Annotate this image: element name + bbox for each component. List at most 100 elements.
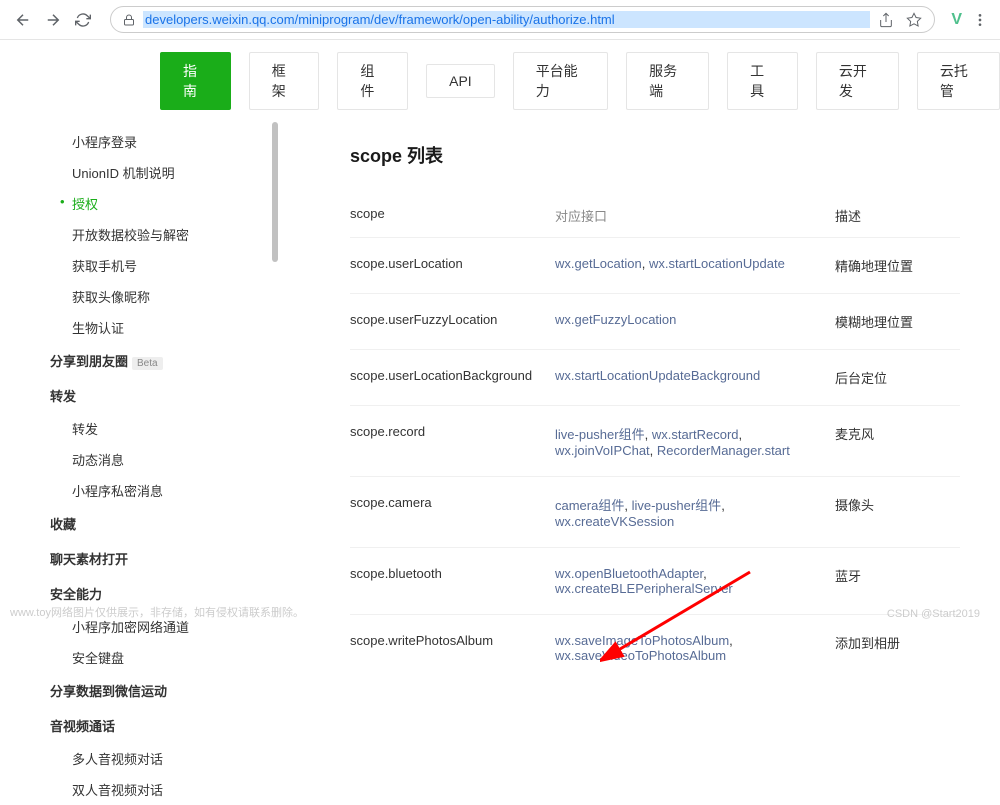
api-link[interactable]: wx.startRecord (652, 427, 739, 442)
table-row: scope.bluetoothwx.openBluetoothAdapter, … (350, 547, 960, 614)
sidebar-item[interactable]: 小程序登录 (50, 126, 280, 157)
sidebar-item[interactable]: 转发 (50, 413, 280, 444)
table-row: scope.userFuzzyLocationwx.getFuzzyLocati… (350, 293, 960, 349)
separator: , (721, 498, 725, 513)
cell-scope: scope.writePhotosAlbum (350, 633, 555, 663)
share-icon[interactable] (878, 12, 894, 28)
header-api: 对应接口 (555, 206, 835, 225)
sidebar-item[interactable]: 获取手机号 (50, 250, 280, 281)
cell-scope: scope.record (350, 424, 555, 458)
cell-api: wx.startLocationUpdateBackground (555, 368, 835, 387)
cell-desc: 蓝牙 (835, 566, 960, 596)
sidebar-item[interactable]: UnionID 机制说明 (50, 157, 280, 188)
lock-icon (123, 14, 135, 26)
tab-组件[interactable]: 组件 (337, 52, 408, 110)
sidebar-group[interactable]: 聊天素材打开 (50, 541, 280, 576)
api-link[interactable]: live-pusher组件 (632, 498, 722, 513)
api-link[interactable]: wx.startLocationUpdateBackground (555, 368, 760, 383)
table-row: scope.writePhotosAlbumwx.saveImageToPhot… (350, 614, 960, 681)
sidebar-item[interactable]: 安全键盘 (50, 642, 280, 673)
sidebar-scrollbar[interactable] (272, 122, 278, 262)
table-row: scope.recordlive-pusher组件, wx.startRecor… (350, 405, 960, 476)
api-link[interactable]: wx.joinVoIPChat (555, 443, 650, 458)
separator: , (729, 633, 733, 648)
cell-api: wx.getFuzzyLocation (555, 312, 835, 331)
separator: , (645, 427, 652, 442)
separator: , (703, 566, 707, 581)
cell-desc: 添加到相册 (835, 633, 960, 663)
separator: , (642, 256, 649, 271)
cell-scope: scope.userLocationBackground (350, 368, 555, 387)
sidebar-group[interactable]: 转发 (50, 378, 280, 413)
menu-icon[interactable] (972, 12, 988, 28)
separator: , (624, 498, 631, 513)
url-text: developers.weixin.qq.com/miniprogram/dev… (143, 11, 870, 28)
forward-button[interactable] (42, 9, 64, 31)
api-link[interactable]: wx.saveVideoToPhotosAlbum (555, 648, 726, 663)
api-link[interactable]: live-pusher组件 (555, 427, 645, 442)
sidebar-item[interactable]: 生物认证 (50, 312, 280, 343)
cell-scope: scope.bluetooth (350, 566, 555, 596)
tab-服务端[interactable]: 服务端 (626, 52, 709, 110)
api-link[interactable]: camera组件 (555, 498, 624, 513)
table-row: scope.cameracamera组件, live-pusher组件, wx.… (350, 476, 960, 547)
tab-平台能力[interactable]: 平台能力 (513, 52, 608, 110)
vue-devtools-icon[interactable]: V (951, 11, 962, 29)
sidebar: 小程序登录UnionID 机制说明授权开放数据校验与解密获取手机号获取头像昵称生… (0, 122, 280, 805)
sidebar-group[interactable]: 分享数据到微信运动 (50, 673, 280, 708)
sidebar-group[interactable]: 分享到朋友圈Beta (50, 343, 280, 378)
api-link[interactable]: wx.createBLEPeripheralServer (555, 581, 733, 596)
api-link[interactable]: RecorderManager.start (657, 443, 790, 458)
cell-api: camera组件, live-pusher组件, wx.createVKSess… (555, 495, 835, 529)
sidebar-item[interactable]: 动态消息 (50, 444, 280, 475)
scope-table: scope 对应接口 描述 scope.userLocationwx.getLo… (350, 194, 960, 681)
watermark-left: www.toy网络图片仅供展示，非存储，如有侵权请联系删除。 (10, 604, 304, 620)
tab-云开发[interactable]: 云开发 (816, 52, 899, 110)
cell-api: live-pusher组件, wx.startRecord, wx.joinVo… (555, 424, 835, 458)
api-link[interactable]: wx.getFuzzyLocation (555, 312, 676, 327)
back-button[interactable] (12, 9, 34, 31)
api-link[interactable]: wx.createVKSession (555, 514, 674, 529)
tab-工具[interactable]: 工具 (727, 52, 798, 110)
doc-tabs: 指南框架组件 API 平台能力服务端工具云开发云托管 (0, 40, 1000, 122)
sidebar-item[interactable]: 开放数据校验与解密 (50, 219, 280, 250)
header-desc: 描述 (835, 206, 960, 225)
tab-API[interactable]: API (426, 64, 495, 98)
separator: , (739, 427, 743, 442)
tab-框架[interactable]: 框架 (249, 52, 320, 110)
api-link[interactable]: wx.saveImageToPhotosAlbum (555, 633, 729, 648)
api-link[interactable]: wx.getLocation (555, 256, 642, 271)
cell-desc: 模糊地理位置 (835, 312, 960, 331)
sidebar-item[interactable]: 授权 (50, 188, 280, 219)
reload-button[interactable] (72, 9, 94, 31)
header-scope: scope (350, 206, 555, 225)
badge: Beta (132, 357, 163, 370)
cell-api: wx.getLocation, wx.startLocationUpdate (555, 256, 835, 275)
api-link[interactable]: wx.startLocationUpdate (649, 256, 785, 271)
section-title: scope 列表 (350, 142, 960, 168)
cell-scope: scope.camera (350, 495, 555, 529)
star-icon[interactable] (906, 12, 922, 28)
separator: , (650, 443, 657, 458)
sidebar-group[interactable]: 收藏 (50, 506, 280, 541)
sidebar-item[interactable]: 小程序私密消息 (50, 475, 280, 506)
table-header: scope 对应接口 描述 (350, 194, 960, 237)
table-row: scope.userLocationBackgroundwx.startLoca… (350, 349, 960, 405)
browser-toolbar: developers.weixin.qq.com/miniprogram/dev… (0, 0, 1000, 40)
watermark-right: CSDN @Start2019 (887, 608, 980, 620)
main-content: scope 列表 scope 对应接口 描述 scope.userLocatio… (280, 122, 1000, 805)
sidebar-item[interactable]: 多人音视频对话 (50, 743, 280, 774)
cell-desc: 后台定位 (835, 368, 960, 387)
sidebar-item[interactable]: 获取头像昵称 (50, 281, 280, 312)
sidebar-group[interactable]: 音视频通话 (50, 708, 280, 743)
address-bar[interactable]: developers.weixin.qq.com/miniprogram/dev… (110, 6, 935, 33)
tab-指南[interactable]: 指南 (160, 52, 231, 110)
cell-api: wx.saveImageToPhotosAlbum, wx.saveVideoT… (555, 633, 835, 663)
cell-desc: 摄像头 (835, 495, 960, 529)
table-row: scope.userLocationwx.getLocation, wx.sta… (350, 237, 960, 293)
sidebar-item[interactable]: 双人音视频对话 (50, 774, 280, 805)
cell-desc: 麦克风 (835, 424, 960, 458)
cell-api: wx.openBluetoothAdapter, wx.createBLEPer… (555, 566, 835, 596)
api-link[interactable]: wx.openBluetoothAdapter (555, 566, 703, 581)
tab-云托管[interactable]: 云托管 (917, 52, 1000, 110)
